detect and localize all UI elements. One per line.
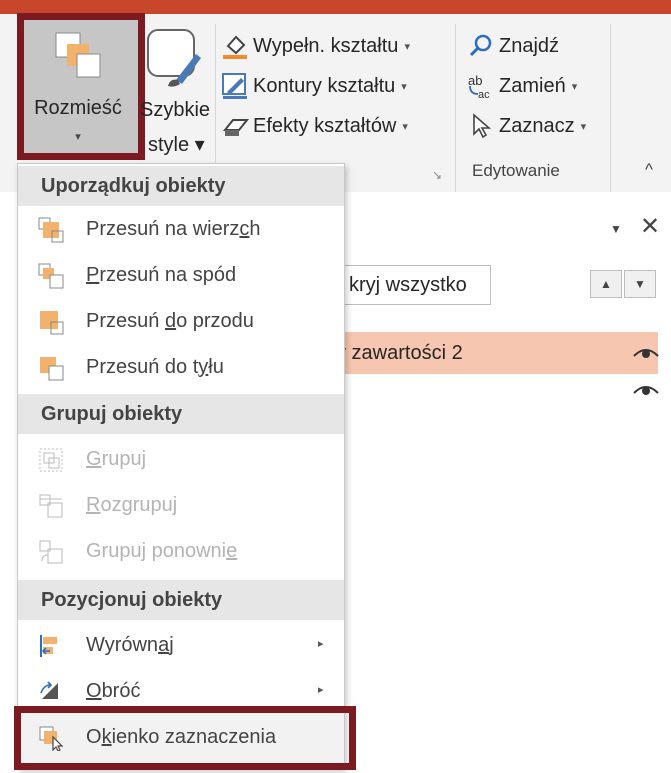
shape-effects-button[interactable]: Efekty kształtów ▾ [220, 108, 408, 144]
group-item: Grupuj [18, 436, 344, 482]
menu-item-label: Przesuń do tyłu [86, 356, 224, 378]
dialog-launcher-icon[interactable]: ↘ [432, 168, 442, 182]
chevron-down-icon: ▾ [580, 120, 587, 133]
shape-fill-button[interactable]: Wypełn. kształtu ▾ [220, 28, 410, 64]
menu-section-group: Grupuj obiekty [18, 394, 344, 434]
chevron-down-icon: ▾ [402, 120, 408, 133]
send-to-back-item[interactable]: Przesuń na spód [18, 252, 344, 298]
menu-item-label: Grupuj ponownie [86, 540, 238, 562]
selection-pane-item[interactable]: Okienko zaznaczenia [18, 714, 344, 760]
menu-item-label: Rozgrupuj [86, 494, 178, 516]
hide-all-label: kryj wszystko [349, 273, 467, 296]
menu-item-label: Przesuń do przodu [86, 310, 254, 332]
menu-section-position: Pozycjonuj obiekty [18, 580, 344, 620]
bring-forward-icon [40, 311, 64, 335]
move-up-button[interactable]: ▲ [590, 270, 622, 298]
pane-object-row[interactable] [318, 374, 660, 410]
replace-label: Zamień [499, 74, 566, 97]
group-icon [39, 448, 63, 472]
pane-options-icon[interactable]: ▼ [610, 222, 622, 236]
ungroup-item: Rozgrupuj [18, 482, 344, 528]
close-icon[interactable]: ✕ [640, 212, 660, 241]
send-to-back-icon [38, 263, 64, 289]
collapse-ribbon-icon[interactable]: ^ [645, 160, 653, 180]
cursor-icon [466, 112, 496, 140]
pane-object-row[interactable]: y zawartości 2 [318, 332, 660, 374]
arrange-button[interactable]: Rozmieść ▾ [22, 18, 140, 155]
regroup-item: Grupuj ponownie [18, 528, 344, 574]
quick-styles-button[interactable]: Szybkie style ▾ [140, 18, 212, 156]
regroup-icon [39, 540, 63, 564]
chevron-down-icon: ▾ [571, 80, 578, 93]
send-backward-item[interactable]: Przesuń do tyłu [18, 344, 344, 390]
svg-text:ac: ac [478, 89, 490, 100]
rotate-item[interactable]: Obróć ▸ [18, 668, 344, 714]
shape-outline-label: Kontury kształtu [253, 74, 396, 97]
menu-item-label: Okienko zaznaczenia [86, 726, 277, 748]
submenu-arrow-icon: ▸ [318, 638, 324, 650]
select-label: Zaznacz [499, 114, 575, 137]
find-button[interactable]: Znajdź [466, 28, 559, 64]
replace-icon: ab ac [466, 72, 496, 100]
bring-to-front-icon [38, 217, 64, 243]
chevron-down-icon: ▾ [404, 40, 410, 53]
bring-to-front-item[interactable]: Przesuń na wierzch [18, 206, 344, 252]
replace-button[interactable]: ab ac Zamień ▾ [466, 68, 577, 104]
pencil-icon [220, 72, 250, 100]
arrange-icon [55, 32, 101, 78]
selection-pane-icon [39, 726, 64, 751]
menu-item-label: Grupuj [86, 448, 147, 470]
ribbon-separator [455, 24, 456, 194]
shape-fill-label: Wypełn. kształtu [253, 34, 399, 57]
search-icon [466, 32, 496, 60]
chevron-down-icon: ▾ [75, 131, 81, 143]
window-top-strip [0, 0, 671, 14]
shape-effects-label: Efekty kształtów [253, 114, 397, 137]
move-down-button[interactable]: ▼ [624, 270, 656, 298]
editing-group-label: Edytowanie [472, 161, 560, 180]
pane-object-name: y zawartości 2 [336, 341, 463, 364]
arrange-dropdown-menu: Uporządkuj obiekty Przesuń na wierzch Pr… [17, 163, 345, 769]
paint-bucket-icon [220, 32, 250, 60]
select-button[interactable]: Zaznacz ▾ [466, 108, 586, 144]
quick-styles-icon [147, 29, 201, 87]
submenu-arrow-icon: ▸ [318, 684, 324, 696]
align-icon [40, 635, 57, 657]
menu-item-label: Przesuń na spód [86, 264, 237, 286]
align-item[interactable]: Wyrównaj ▸ [18, 622, 344, 668]
ribbon-separator [610, 24, 611, 194]
eye-icon[interactable] [632, 345, 660, 361]
bring-forward-item[interactable]: Przesuń do przodu [18, 298, 344, 344]
shape-effects-icon [220, 112, 250, 140]
find-label: Znajdź [499, 34, 560, 57]
menu-section-order: Uporządkuj obiekty [18, 166, 344, 206]
ungroup-icon [39, 494, 63, 518]
eye-icon[interactable] [632, 382, 660, 398]
quick-styles-label: style ▾ [148, 134, 205, 156]
chevron-down-icon: ▾ [401, 80, 407, 93]
menu-item-label: Wyrównaj [86, 634, 174, 656]
menu-item-label: Przesuń na wierzch [86, 218, 261, 240]
shape-outline-button[interactable]: Kontury kształtu ▾ [220, 68, 407, 104]
send-backward-icon [40, 357, 64, 381]
quick-styles-label: Szybkie [140, 99, 211, 121]
menu-item-label: Obróć [86, 680, 141, 702]
rotate-icon [40, 681, 58, 699]
arrange-label: Rozmieść [34, 97, 122, 119]
